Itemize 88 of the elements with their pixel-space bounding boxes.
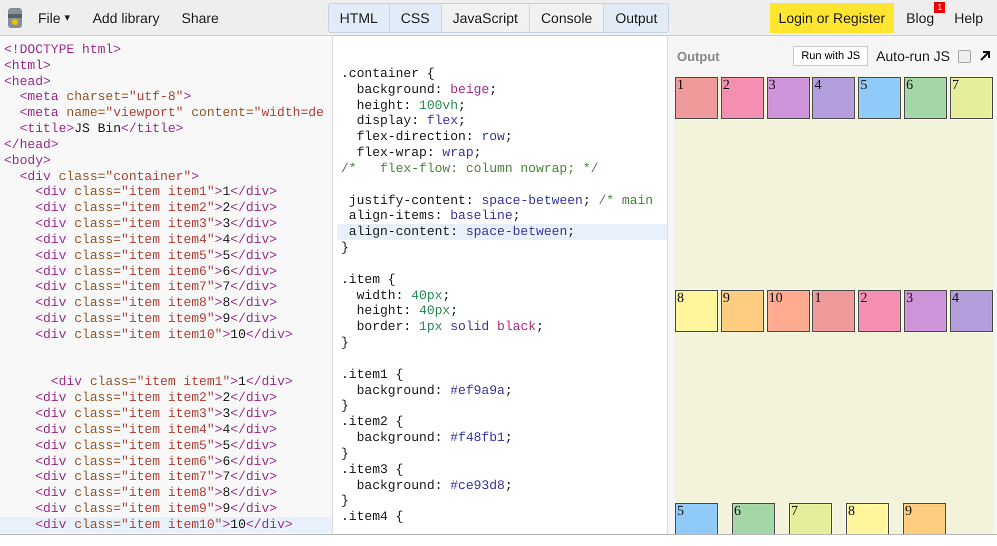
code-line: <div class="item item6">6</div>	[34, 264, 278, 280]
code-line: .item3 {	[340, 462, 404, 478]
blog-link[interactable]: Blog 1	[898, 4, 942, 32]
panel-tab[interactable]: CSS	[390, 4, 442, 32]
code-line: <body>	[3, 152, 52, 169]
panel-tab[interactable]: HTML	[328, 4, 390, 32]
code-line: <div class="item item2">2</div>	[34, 200, 278, 216]
panel-tab[interactable]: Output	[604, 4, 668, 32]
code-line: <title>JS Bin</title>	[18, 121, 184, 137]
code-line: <div class="item item5">5</div>	[34, 438, 278, 454]
output-box: 2	[720, 77, 764, 119]
autorun-checkbox[interactable]	[958, 50, 971, 62]
code-line: .item2 {	[340, 414, 404, 430]
code-line: <meta charset="utf-8">	[18, 89, 192, 106]
code-line: </head>	[3, 136, 60, 153]
notification-badge: 1	[934, 2, 946, 12]
output-box: 4	[812, 77, 856, 119]
code-line: flex-direction: row;	[356, 129, 514, 146]
code-line: <div class="item item4">4</div>	[34, 422, 278, 438]
code-line: <div class="item item9">9</div>	[34, 311, 278, 327]
code-line: <div class="container">	[18, 168, 200, 184]
panel-title: Output	[677, 48, 721, 64]
output-box: 9	[903, 503, 946, 534]
run-button[interactable]: Run with JS	[793, 46, 868, 66]
code-line: display: flex;	[356, 113, 467, 130]
code-line: }	[340, 335, 350, 351]
output-box: 5	[675, 503, 718, 534]
file-menu[interactable]: File ▾	[30, 6, 79, 30]
code-line: <div class="item item4">4</div>	[34, 232, 278, 248]
code-line: background: beige;	[356, 82, 498, 98]
code-line: border: 1px solid black;	[356, 319, 545, 336]
code-line: <div class="item item6">6</div>	[34, 454, 278, 470]
code-line: <div class="item item8">8</div>	[34, 295, 278, 312]
code-line: /* flex-flow: column nowrap; */	[340, 160, 600, 177]
code-line: <div class="item item1">1</div>	[34, 184, 278, 200]
code-line: <meta name="viewport" content="width=de	[18, 105, 325, 122]
code-line: <div class="item item7">7</div>	[34, 279, 278, 296]
code-line: <html>	[3, 58, 52, 74]
output-box: 8	[846, 503, 889, 534]
code-line: }	[340, 446, 350, 462]
output-box: 9	[720, 290, 764, 332]
output-box: 4	[950, 290, 993, 332]
code-line: background: #f48fb1;	[356, 430, 514, 446]
output-box: 3	[904, 290, 948, 332]
code-line: }	[340, 398, 350, 414]
login-button[interactable]: Login or Register	[770, 2, 894, 32]
arrow-icon[interactable]	[979, 50, 991, 62]
output-box: 7	[950, 77, 993, 119]
code-line: <head>	[3, 74, 52, 90]
output-box: 10	[766, 290, 810, 332]
output-box: 5	[858, 77, 902, 119]
output-box: 7	[789, 503, 832, 534]
code-line: height: 100vh;	[356, 98, 467, 114]
output-box: 2	[858, 290, 902, 332]
code-line: <!DOCTYPE html>	[3, 42, 122, 58]
code-line: width: 40px;	[356, 288, 452, 304]
menu-item[interactable]: Share	[173, 6, 227, 30]
output-box: 6	[732, 503, 775, 534]
output-box: 1	[675, 77, 718, 119]
code-line: background: #ef9a9a;	[356, 382, 514, 398]
code-line: .item1 {	[340, 366, 404, 383]
code-line: justify-content: space-between; /* main	[348, 192, 654, 208]
code-line: .item4 {	[340, 509, 404, 526]
code-line: align-items: baseline;	[348, 208, 522, 224]
code-line: <div class="item item2">2</div>	[34, 390, 278, 406]
code-line: }	[340, 493, 350, 510]
code-line: <div class="item item7">7</div>	[34, 469, 278, 486]
code-line: .container {	[340, 66, 436, 82]
code-line: <div class="item item8">8</div>	[34, 485, 278, 502]
code-line: background: #ce93d8;	[356, 478, 514, 494]
menu-item[interactable]: Add library	[84, 6, 168, 30]
code-line: <div class="item item9">9</div>	[34, 501, 278, 517]
autorun-label: Auto-run JS	[876, 48, 950, 64]
code-line: <div class="item item3">3</div>	[34, 406, 278, 422]
code-line: .item {	[340, 272, 397, 288]
code-line: <div class="item item3">3</div>	[34, 216, 278, 232]
code-line: }	[340, 240, 350, 256]
code-line: <div class="item item10">10</div>	[34, 326, 294, 343]
code-line: flex-wrap: wrap;	[356, 145, 482, 161]
code-line: <div class="item item5">5</div>	[34, 248, 278, 264]
code-line: height: 40px;	[356, 303, 460, 320]
output-box: 6	[904, 77, 948, 119]
logo-icon[interactable]	[6, 6, 24, 30]
output-box: 1	[812, 290, 856, 332]
output-box: 8	[675, 290, 718, 332]
help-link[interactable]: Help	[946, 4, 991, 32]
output-box: 3	[766, 77, 810, 119]
code-line: <div class="item item1">1</div>	[50, 374, 294, 390]
